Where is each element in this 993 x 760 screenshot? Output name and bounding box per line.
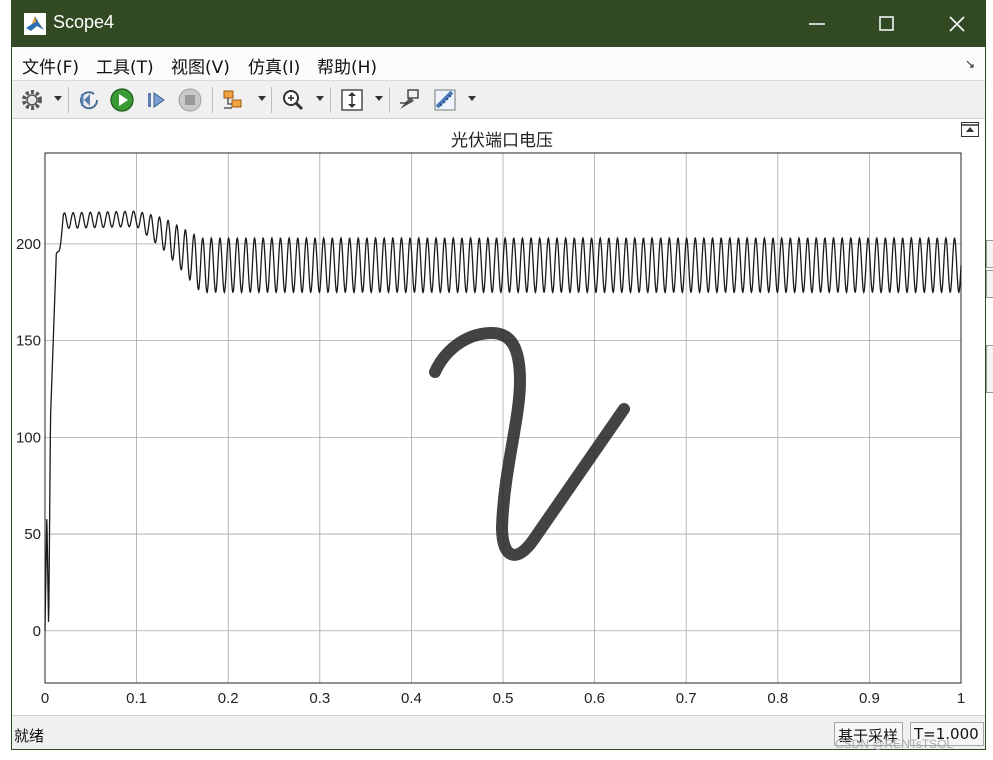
status-ready: 就绪 [14, 727, 45, 745]
stop-icon[interactable] [177, 87, 203, 113]
toolbar-separator [68, 87, 69, 113]
autoscale-icon[interactable] [339, 87, 365, 113]
step-forward-icon[interactable] [143, 87, 169, 113]
menu-simulation[interactable]: 仿真(I) [248, 53, 300, 78]
matlab-logo-icon [24, 13, 46, 35]
y-tick-label: 0 [33, 623, 41, 640]
settings-dropdown-icon[interactable] [54, 96, 62, 101]
menu-tools[interactable]: 工具(T) [96, 53, 154, 78]
autoscale-dropdown-icon[interactable] [375, 96, 383, 101]
zoom-in-icon[interactable] [280, 87, 306, 113]
triggers-dropdown-icon[interactable] [258, 96, 266, 101]
menu-help[interactable]: 帮助(H) [317, 53, 377, 78]
title-bar[interactable]: Scope4 [12, 1, 985, 47]
x-tick-label: 0.1 [126, 690, 147, 707]
signal-triggers-icon[interactable] [220, 87, 246, 113]
x-tick-label: 0 [41, 690, 49, 707]
minimize-icon [809, 23, 825, 25]
x-tick-label: 0.8 [767, 690, 788, 707]
toolbar-separator [330, 87, 331, 113]
x-tick-label: 0.7 [676, 690, 697, 707]
close-icon [949, 16, 965, 32]
measurement-dropdown-icon[interactable] [468, 96, 476, 101]
scope-display[interactable]: 光伏端口电压 0 0.1 0.2 0.3 0.4 0.5 0.6 0.7 0.8 0.9 1 0 50 1… [12, 119, 985, 715]
zoom-dropdown-icon[interactable] [316, 96, 324, 101]
edge-tab[interactable] [986, 240, 993, 268]
highlight-block-icon[interactable] [396, 87, 422, 113]
menu-file[interactable]: 文件(F) [22, 53, 79, 78]
scope-window: Scope4 文件(F) 工具(T) 视图(V) 仿真(I) 帮助(H) ↘ 光… [11, 0, 986, 750]
y-tick-label: 150 [16, 333, 41, 350]
y-tick-label: 100 [16, 429, 41, 446]
x-tick-label: 0.9 [859, 690, 880, 707]
x-tick-label: 0.3 [309, 690, 330, 707]
y-tick-label: 50 [24, 526, 41, 543]
x-tick-label: 0.2 [218, 690, 239, 707]
menu-view[interactable]: 视图(V) [171, 53, 230, 78]
y-tick-label: 200 [16, 236, 41, 253]
x-tick-label: 0.6 [584, 690, 605, 707]
toolbar-separator [212, 87, 213, 113]
maximize-button[interactable] [852, 1, 922, 47]
voltage-chart: 0 0.1 0.2 0.3 0.4 0.5 0.6 0.7 0.8 0.9 1 0 50 100 150 20… [16, 152, 965, 707]
menu-bar: 文件(F) 工具(T) 视图(V) 仿真(I) 帮助(H) ↘ [12, 47, 985, 81]
close-button[interactable] [922, 1, 985, 47]
toolbar-separator [389, 87, 390, 113]
edge-tab[interactable] [986, 270, 993, 298]
dock-arrow-icon[interactable]: ↘ [965, 57, 975, 71]
minimize-button[interactable] [782, 1, 852, 47]
x-tick-label: 0.5 [493, 690, 514, 707]
toolbar-separator [271, 87, 272, 113]
x-tick-label: 0.4 [401, 690, 422, 707]
maximize-icon [879, 16, 894, 31]
x-tick-label: 1 [957, 690, 965, 707]
watermark: CSDN @RENTsTSOL [835, 737, 954, 751]
step-back-icon[interactable] [76, 87, 102, 113]
edge-tab[interactable] [986, 345, 993, 393]
window-title: Scope4 [53, 12, 115, 32]
toolbar [12, 81, 985, 119]
gear-icon[interactable] [19, 87, 45, 113]
measurement-ruler-icon[interactable] [432, 87, 458, 113]
run-icon[interactable] [109, 87, 135, 113]
